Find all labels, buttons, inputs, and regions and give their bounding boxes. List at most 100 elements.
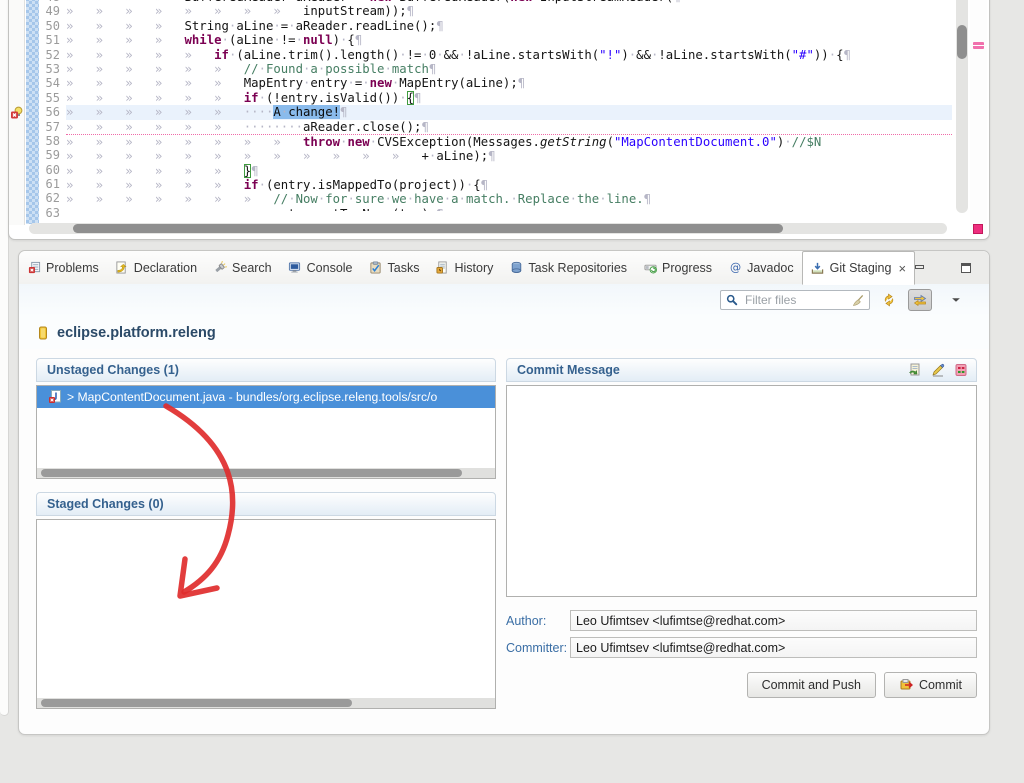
filter-files-box[interactable] [720, 290, 870, 310]
tab-label: Task Repositories [528, 261, 627, 275]
filter-files-input[interactable] [743, 292, 847, 308]
line-number: 59 [39, 148, 66, 162]
java-editor[interactable]: 48495051525354555657585960616263 » » » »… [8, 0, 990, 240]
tab-tasks[interactable]: Tasks [361, 251, 428, 284]
code-line-49[interactable]: » » » » » » » » inputStream));¶ [66, 4, 952, 18]
committer-label: Committer: [506, 641, 570, 655]
staged-section-header: Staged Changes (0) [36, 492, 496, 516]
tab-label: Progress [662, 261, 712, 275]
tab-label: Git Staging [830, 261, 892, 275]
tab-task-repositories[interactable]: Task Repositories [501, 251, 635, 284]
code-line-59[interactable]: » » » » » » » » » » » » +·aLine);¶ [66, 149, 952, 163]
tab-label: Search [232, 261, 272, 275]
search-magnifier-icon [725, 293, 739, 307]
line-number: 49 [39, 4, 66, 18]
overview-ruler [970, 0, 987, 235]
history-icon [435, 261, 449, 275]
tab-problems[interactable]: Problems [19, 251, 107, 284]
declaration-icon [115, 261, 129, 275]
tasks-icon [369, 261, 383, 275]
line-number: 53 [39, 62, 66, 76]
line-number-gutter: 48495051525354555657585960616263 [39, 0, 66, 224]
quickfix-error-icon[interactable] [10, 106, 24, 120]
code-line-51[interactable]: » » » » while·(aLine·!=·null)·{¶ [66, 33, 952, 47]
compare-mode-icon [913, 293, 927, 307]
unstaged-hscroll-thumb[interactable] [41, 469, 462, 477]
unstaged-list-hscrollbar[interactable] [37, 468, 495, 478]
line-number: 63 [39, 206, 66, 220]
code-line-61[interactable]: » » » » » » if·(entry.isMappedTo(project… [66, 178, 952, 192]
tab-git-staging[interactable]: Git Staging × [802, 251, 915, 285]
editor-marker-bar [9, 0, 25, 225]
tab-progress[interactable]: Progress [635, 251, 720, 284]
repository-title: eclipse.platform.releng [57, 325, 216, 341]
minimize-icon[interactable] [913, 261, 927, 275]
console-icon [288, 261, 302, 275]
staged-list-hscrollbar[interactable] [37, 698, 495, 708]
commit-message-textarea[interactable] [506, 385, 977, 597]
commit-icon [899, 678, 913, 692]
unstaged-section-header: Unstaged Changes (1) [36, 358, 496, 382]
progress-icon [643, 261, 657, 275]
code-line-55[interactable]: » » » » » » if·(!entry.isValid())·{¶ [66, 91, 952, 105]
hscroll-thumb[interactable] [73, 224, 783, 233]
code-line-53[interactable]: » » » » » » //·Found·a·possible·match¶ [66, 62, 952, 76]
line-number: 52 [39, 48, 66, 62]
refresh-button[interactable] [877, 289, 901, 311]
staged-hscroll-thumb[interactable] [41, 699, 352, 707]
commit-and-push-button[interactable]: Commit and Push [747, 672, 876, 698]
search-icon [213, 261, 227, 275]
tab-declaration[interactable]: Declaration [107, 251, 205, 284]
tab-label: Tasks [388, 261, 420, 275]
line-number: 54 [39, 76, 66, 90]
tab-console[interactable]: Console [280, 251, 361, 284]
signed-off-by-icon[interactable] [931, 363, 945, 377]
code-line-63[interactable]: » » » » » » » entry.setTagName(tag);¶ [66, 207, 952, 211]
code-line-56[interactable]: » » » » » » ····A·change!¶ [66, 105, 952, 119]
staged-changes-list[interactable] [36, 519, 496, 709]
tab-history[interactable]: History [427, 251, 501, 284]
code-line-57[interactable]: » » » » » » ········aReader.close();¶ [66, 120, 952, 135]
unstaged-file-row[interactable]: J> MapContentDocument.java - bundles/org… [37, 386, 495, 408]
overview-change-marker[interactable] [973, 42, 984, 49]
unstaged-changes-list[interactable]: J> MapContentDocument.java - bundles/org… [36, 385, 496, 479]
add-change-id-icon[interactable] [954, 363, 968, 377]
code-area[interactable]: » » » » BufferedReader·aReader·=·new·Buf… [66, 0, 952, 211]
vscroll-thumb[interactable] [957, 25, 967, 59]
svg-text:@: @ [730, 261, 741, 274]
line-number: 51 [39, 33, 66, 47]
close-tab-icon[interactable]: × [898, 262, 906, 275]
refresh-icon [882, 293, 896, 307]
commit-button-label: Commit [919, 678, 962, 692]
tab-label: Javadoc [747, 261, 794, 275]
line-number: 56 [39, 105, 66, 119]
commit-button[interactable]: Commit [884, 672, 977, 698]
committer-field[interactable] [570, 637, 977, 658]
maximize-icon[interactable] [959, 261, 973, 275]
git-staging-toolbar [19, 284, 989, 316]
code-line-60[interactable]: » » » » » » }¶ [66, 164, 952, 178]
tab-label: Problems [46, 261, 99, 275]
unstaged-file-label: > MapContentDocument.java - bundles/org.… [67, 390, 437, 404]
editor-vertical-scrollbar[interactable] [956, 0, 968, 213]
code-line-62[interactable]: » » » » » » » //·Now·for·sure·we·have·a·… [66, 192, 952, 206]
clear-filter-icon[interactable] [851, 293, 865, 307]
overview-bottom-marker[interactable] [973, 224, 983, 234]
line-number: 60 [39, 163, 66, 177]
author-field[interactable] [570, 610, 977, 631]
view-menu-icon[interactable] [949, 293, 963, 307]
compare-mode-toggle[interactable] [908, 289, 932, 311]
code-line-52[interactable]: » » » » » if·(aLine.trim().length()·!=·0… [66, 48, 952, 62]
tab-search[interactable]: Search [205, 251, 280, 284]
view-tab-bar: Problems Declaration Search Console Tasks His… [19, 251, 989, 285]
git-staging-icon [811, 261, 825, 275]
line-number: 61 [39, 177, 66, 191]
editor-horizontal-scrollbar[interactable] [29, 223, 947, 234]
line-number: 62 [39, 191, 66, 205]
author-label: Author: [506, 614, 570, 628]
code-line-50[interactable]: » » » » String·aLine·=·aReader.readLine(… [66, 19, 952, 33]
tab-javadoc[interactable]: @ Javadoc [720, 251, 802, 284]
code-line-54[interactable]: » » » » » » MapEntry·entry·=·new·MapEntr… [66, 76, 952, 90]
amend-commit-icon[interactable] [908, 363, 922, 377]
code-line-58[interactable]: » » » » » » » » throw·new·CVSException(M… [66, 135, 952, 149]
